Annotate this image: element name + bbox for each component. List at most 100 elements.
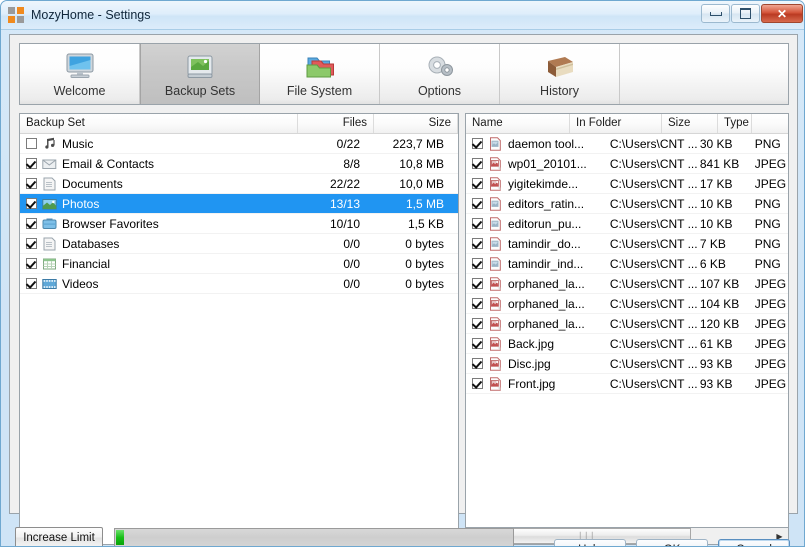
column-header-name[interactable]: Name bbox=[466, 114, 570, 133]
row-size: 10,0 MB bbox=[399, 176, 444, 191]
column-header-backup-set[interactable]: Backup Set bbox=[20, 114, 298, 133]
row-file-size: 93 KB bbox=[699, 356, 733, 371]
tab-history-label: History bbox=[540, 84, 579, 98]
table-row[interactable]: Photos 13/13 1,5 MB bbox=[20, 194, 458, 214]
row-file-type: PNG bbox=[754, 136, 781, 151]
png-file-icon bbox=[488, 256, 503, 271]
table-row[interactable]: orphaned_la... C:\Users\CNT ... 107 KB JPEG bbox=[466, 274, 788, 294]
table-row[interactable]: daemon tool... C:\Users\CNT ... 30 KB PNG bbox=[466, 134, 788, 154]
mozy-squares-icon bbox=[8, 7, 24, 23]
png-file-icon bbox=[488, 196, 503, 211]
row-in-folder: C:\Users\CNT ... bbox=[609, 256, 698, 271]
increase-limit-button[interactable]: Increase Limit bbox=[15, 527, 103, 546]
row-checkbox[interactable] bbox=[472, 338, 483, 349]
row-checkbox[interactable] bbox=[26, 138, 37, 149]
row-checkbox[interactable] bbox=[472, 358, 483, 369]
row-checkbox[interactable] bbox=[472, 378, 483, 389]
minimize-icon bbox=[709, 11, 722, 16]
row-file-type: PNG bbox=[754, 236, 781, 251]
tab-welcome[interactable]: Welcome bbox=[20, 44, 140, 104]
music-note-icon bbox=[42, 137, 57, 151]
row-checkbox[interactable] bbox=[26, 178, 37, 189]
row-file-size: 30 KB bbox=[699, 136, 733, 151]
table-row[interactable]: Front.jpg C:\Users\CNT ... 93 KB JPEG bbox=[466, 374, 788, 394]
row-file-type: PNG bbox=[754, 216, 781, 231]
table-row[interactable]: editors_ratin... C:\Users\CNT ... 10 KB PNG bbox=[466, 194, 788, 214]
row-name: Browser Favorites bbox=[62, 216, 159, 231]
row-size: 10,8 MB bbox=[399, 156, 444, 171]
row-checkbox[interactable] bbox=[472, 298, 483, 309]
row-checkbox[interactable] bbox=[472, 218, 483, 229]
row-checkbox[interactable] bbox=[26, 258, 37, 269]
jpeg-file-icon bbox=[488, 376, 503, 391]
png-file-icon bbox=[488, 236, 503, 251]
row-file-size: 120 KB bbox=[699, 316, 740, 331]
table-row[interactable]: tamindir_ind... C:\Users\CNT ... 6 KB PNG bbox=[466, 254, 788, 274]
row-checkbox[interactable] bbox=[26, 198, 37, 209]
row-checkbox[interactable] bbox=[26, 158, 37, 169]
row-checkbox[interactable] bbox=[472, 318, 483, 329]
row-checkbox[interactable] bbox=[26, 278, 37, 289]
row-checkbox[interactable] bbox=[472, 178, 483, 189]
ok-button[interactable]: OK bbox=[636, 539, 708, 546]
tab-backup-sets[interactable]: Backup Sets bbox=[140, 44, 260, 104]
table-row[interactable]: Videos 0/0 0 bytes bbox=[20, 274, 458, 294]
backup-sets-list[interactable]: Backup Set Files Size Music 0/22 223,7 M… bbox=[19, 113, 459, 545]
row-file-name: tamindir_ind... bbox=[508, 256, 584, 271]
settings-window: MozyHome - Settings ✕ Welcome Backup Set… bbox=[0, 0, 805, 547]
row-file-size: 841 KB bbox=[699, 156, 740, 171]
row-files: 0/0 bbox=[343, 276, 360, 291]
row-checkbox[interactable] bbox=[472, 238, 483, 249]
tab-welcome-label: Welcome bbox=[53, 84, 106, 98]
column-header-in-folder[interactable]: In Folder bbox=[570, 114, 662, 133]
row-checkbox[interactable] bbox=[472, 138, 483, 149]
row-checkbox[interactable] bbox=[472, 198, 483, 209]
table-row[interactable]: yigitekimde... C:\Users\CNT ... 17 KB JPEG bbox=[466, 174, 788, 194]
column-header-type[interactable]: Type bbox=[718, 114, 752, 133]
row-file-size: 17 KB bbox=[699, 176, 733, 191]
table-row[interactable]: wp01_20101... C:\Users\CNT ... 841 KB JPEG bbox=[466, 154, 788, 174]
table-row[interactable]: Documents 22/22 10,0 MB bbox=[20, 174, 458, 194]
table-row[interactable]: Financial 0/0 0 bytes bbox=[20, 254, 458, 274]
table-row[interactable]: Disc.jpg C:\Users\CNT ... 93 KB JPEG bbox=[466, 354, 788, 374]
row-checkbox[interactable] bbox=[26, 238, 37, 249]
table-row[interactable]: orphaned_la... C:\Users\CNT ... 104 KB JPEG bbox=[466, 294, 788, 314]
table-row[interactable]: Email & Contacts 8/8 10,8 MB bbox=[20, 154, 458, 174]
row-size: 1,5 MB bbox=[405, 196, 444, 211]
row-checkbox[interactable] bbox=[472, 258, 483, 269]
tab-file-system[interactable]: File System bbox=[260, 44, 380, 104]
row-in-folder: C:\Users\CNT ... bbox=[609, 316, 698, 331]
help-button[interactable]: Help bbox=[554, 539, 626, 546]
row-file-name: yigitekimde... bbox=[508, 176, 579, 191]
row-file-name: orphaned_la... bbox=[508, 296, 585, 311]
table-row[interactable]: tamindir_do... C:\Users\CNT ... 7 KB PNG bbox=[466, 234, 788, 254]
row-file-name: editorun_pu... bbox=[508, 216, 582, 231]
jpeg-file-icon bbox=[488, 156, 503, 171]
row-checkbox[interactable] bbox=[472, 158, 483, 169]
column-header-files[interactable]: Files bbox=[298, 114, 374, 133]
row-checkbox[interactable] bbox=[26, 218, 37, 229]
spreadsheet-icon bbox=[42, 257, 57, 271]
table-row[interactable]: Databases 0/0 0 bytes bbox=[20, 234, 458, 254]
table-row[interactable]: Browser Favorites 10/10 1,5 KB bbox=[20, 214, 458, 234]
maximize-button[interactable] bbox=[731, 4, 760, 23]
cancel-button[interactable]: Cancel bbox=[718, 539, 790, 546]
table-row[interactable]: Music 0/22 223,7 MB bbox=[20, 134, 458, 154]
column-header-file-size[interactable]: Size bbox=[662, 114, 718, 133]
minimize-button[interactable] bbox=[701, 4, 730, 23]
row-size: 1,5 KB bbox=[407, 216, 444, 231]
tab-history[interactable]: History bbox=[500, 44, 620, 104]
table-row[interactable]: Back.jpg C:\Users\CNT ... 61 KB JPEG bbox=[466, 334, 788, 354]
photo-icon bbox=[42, 197, 57, 211]
row-checkbox[interactable] bbox=[472, 278, 483, 289]
table-row[interactable]: orphaned_la... C:\Users\CNT ... 120 KB JPEG bbox=[466, 314, 788, 334]
column-header-size[interactable]: Size bbox=[374, 114, 458, 133]
row-in-folder: C:\Users\CNT ... bbox=[609, 156, 698, 171]
row-file-size: 10 KB bbox=[699, 216, 733, 231]
table-row[interactable]: editorun_pu... C:\Users\CNT ... 10 KB PNG bbox=[466, 214, 788, 234]
row-file-size: 10 KB bbox=[699, 196, 733, 211]
tab-options[interactable]: Options bbox=[380, 44, 500, 104]
close-button[interactable]: ✕ bbox=[761, 4, 803, 23]
row-file-name: orphaned_la... bbox=[508, 276, 585, 291]
file-list[interactable]: Name In Folder Size Type daemon tool... C… bbox=[465, 113, 789, 545]
